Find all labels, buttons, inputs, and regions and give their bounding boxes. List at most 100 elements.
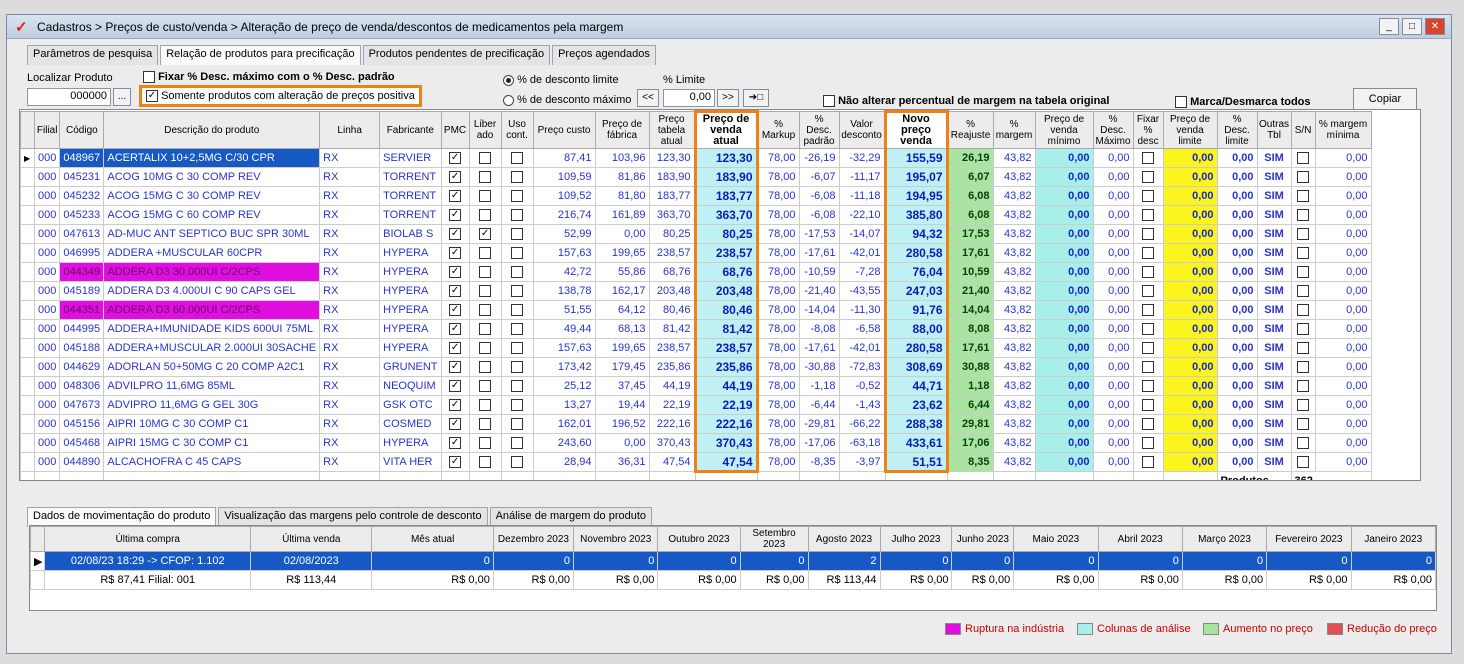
fixar-desc-cell-checkbox[interactable] xyxy=(1142,304,1155,317)
liberado-cell-checkbox[interactable] xyxy=(479,342,492,355)
preco-venda-limite-cell[interactable]: 0,00 xyxy=(1162,262,1218,282)
uso-cont-cell-checkbox[interactable] xyxy=(511,171,524,184)
column-header-14[interactable]: Valor desconto xyxy=(838,111,886,149)
preco-venda-limite-cell[interactable]: 0,00 xyxy=(1162,205,1218,225)
sn-cell-checkbox[interactable] xyxy=(1297,190,1310,203)
fixar-desc-cell-checkbox[interactable] xyxy=(1142,228,1155,241)
radio-limite[interactable]: % de desconto limite xyxy=(503,74,619,86)
tab-parametros[interactable]: Parâmetros de pesquisa xyxy=(27,45,159,65)
minimize-button[interactable]: _ xyxy=(1379,18,1399,35)
radio-maximo-button[interactable] xyxy=(503,94,514,106)
column-header-7[interactable]: Uso cont. xyxy=(500,111,534,149)
pmc-cell-checkbox[interactable]: ✓ xyxy=(449,437,462,450)
next-button[interactable]: >> xyxy=(717,89,739,107)
liberado-cell-checkbox[interactable] xyxy=(479,418,492,431)
preco-venda-minimo-cell[interactable]: 0,00 xyxy=(1034,300,1094,320)
margem-minima-cell[interactable]: 0,00 xyxy=(1314,243,1372,263)
somente-option[interactable]: ✓ Somente produtos com alteração de preç… xyxy=(139,85,422,108)
prev-button[interactable]: << xyxy=(637,89,659,107)
table-row[interactable]: 000 045156 AIPRI 10MG C 30 COMP C1 RX COSMED… xyxy=(20,414,1372,434)
liberado-cell-checkbox[interactable] xyxy=(479,209,492,222)
sn-cell-checkbox[interactable] xyxy=(1297,437,1310,450)
fixar-desc-cell-checkbox[interactable] xyxy=(1142,323,1155,336)
preco-venda-limite-cell[interactable]: 0,00 xyxy=(1162,148,1218,168)
uso-cont-cell-checkbox[interactable] xyxy=(511,209,524,222)
table-row[interactable]: 000 045232 ACOG 15MG C 30 COMP REV RX TORREN… xyxy=(20,186,1372,206)
liberado-cell-checkbox[interactable] xyxy=(479,171,492,184)
pmc-cell-checkbox[interactable]: ✓ xyxy=(449,285,462,298)
column-header-5[interactable]: PMC xyxy=(440,111,470,149)
preco-venda-minimo-cell[interactable]: 0,00 xyxy=(1034,433,1094,453)
uso-cont-cell-checkbox[interactable] xyxy=(511,399,524,412)
pmc-cell-checkbox[interactable]: ✓ xyxy=(449,323,462,336)
column-header-23[interactable]: Outras Tbl xyxy=(1256,111,1292,149)
desc-limite-cell[interactable]: 0,00 xyxy=(1216,148,1258,168)
table-row[interactable]: ▶ 000 048967 ACERTALIX 10+2,5MG C/30 CPR RX S… xyxy=(20,148,1372,168)
sn-cell-checkbox[interactable] xyxy=(1297,171,1310,184)
liberado-cell-checkbox[interactable] xyxy=(479,323,492,336)
table-row[interactable]: 000 045233 ACOG 15MG C 60 COMP REV RX TORREN… xyxy=(20,205,1372,225)
column-header-17[interactable]: % margem xyxy=(992,111,1036,149)
desc-maximo-cell[interactable]: 0,00 xyxy=(1092,338,1134,358)
liberado-cell-checkbox[interactable] xyxy=(479,456,492,469)
uso-cont-cell-checkbox[interactable] xyxy=(511,418,524,431)
sn-cell-checkbox[interactable] xyxy=(1297,323,1310,336)
column-header-15[interactable]: Novo preço venda xyxy=(883,110,949,149)
uso-cont-cell-checkbox[interactable] xyxy=(511,247,524,260)
uso-cont-cell-checkbox[interactable] xyxy=(511,266,524,279)
somente-checkbox[interactable]: ✓ xyxy=(146,90,158,103)
fixar-desc-cell-checkbox[interactable] xyxy=(1142,190,1155,203)
fixar-desc-cell-checkbox[interactable] xyxy=(1142,361,1155,374)
table-row[interactable]: 000 044890 ALCACHOFRA C 45 CAPS RX VITA HER ✓… xyxy=(20,452,1372,473)
column-header-4[interactable]: Fabricante xyxy=(379,111,442,149)
preco-venda-minimo-cell[interactable]: 0,00 xyxy=(1034,243,1094,263)
nao-alterar-option[interactable]: Não alterar percentual de margem na tabe… xyxy=(823,95,1110,108)
uso-cont-cell-checkbox[interactable] xyxy=(511,152,524,165)
table-row[interactable]: 000 044351 ADDERA D3 60.000UI C/2CPS RX HYPE… xyxy=(20,300,1372,320)
column-header-19[interactable]: % Desc. Máximo xyxy=(1092,111,1134,149)
sn-cell-checkbox[interactable] xyxy=(1297,228,1310,241)
liberado-cell-checkbox[interactable] xyxy=(479,285,492,298)
column-header-20[interactable]: Fixar % desc xyxy=(1132,111,1164,149)
margem-minima-cell[interactable]: 0,00 xyxy=(1314,205,1372,225)
column-header-8[interactable]: Preço custo xyxy=(532,111,596,149)
margem-minima-cell[interactable]: 0,00 xyxy=(1314,224,1372,244)
preco-venda-minimo-cell[interactable]: 0,00 xyxy=(1034,319,1094,339)
desc-limite-cell[interactable]: 0,00 xyxy=(1216,319,1258,339)
preco-venda-minimo-cell[interactable]: 0,00 xyxy=(1034,167,1094,187)
preco-venda-limite-cell[interactable]: 0,00 xyxy=(1162,357,1218,377)
uso-cont-cell-checkbox[interactable] xyxy=(511,437,524,450)
desc-limite-cell[interactable]: 0,00 xyxy=(1216,262,1258,282)
limite-input[interactable]: 0,00 xyxy=(663,89,715,107)
fixar-option[interactable]: Fixar % Desc. máximo com o % Desc. padrã… xyxy=(143,71,395,84)
preco-venda-minimo-cell[interactable]: 0,00 xyxy=(1034,262,1094,282)
desc-maximo-cell[interactable]: 0,00 xyxy=(1092,376,1134,396)
margem-minima-cell[interactable]: 0,00 xyxy=(1314,414,1372,434)
preco-venda-limite-cell[interactable]: 0,00 xyxy=(1162,338,1218,358)
pmc-cell-checkbox[interactable]: ✓ xyxy=(449,266,462,279)
preco-venda-minimo-cell[interactable]: 0,00 xyxy=(1034,376,1094,396)
desc-maximo-cell[interactable]: 0,00 xyxy=(1092,148,1134,168)
table-row[interactable]: 000 046995 ADDERA +MUSCULAR 60CPR RX HYPERA ✓… xyxy=(20,243,1372,263)
desc-limite-cell[interactable]: 0,00 xyxy=(1216,281,1258,301)
sn-cell-checkbox[interactable] xyxy=(1297,342,1310,355)
desc-maximo-cell[interactable]: 0,00 xyxy=(1092,433,1134,453)
pmc-cell-checkbox[interactable]: ✓ xyxy=(449,399,462,412)
preco-venda-limite-cell[interactable]: 0,00 xyxy=(1162,224,1218,244)
search-button[interactable]: ... xyxy=(113,88,131,106)
table-row[interactable]: 000 047613 AD-MUC ANT SEPTICO BUC SPR 30ML… xyxy=(20,224,1372,244)
uso-cont-cell-checkbox[interactable] xyxy=(511,285,524,298)
preco-venda-minimo-cell[interactable]: 0,00 xyxy=(1034,452,1094,472)
uso-cont-cell-checkbox[interactable] xyxy=(511,361,524,374)
table-row[interactable]: 000 044995 ADDERA+IMUNIDADE KIDS 600UI 75M… xyxy=(20,319,1372,339)
preco-venda-minimo-cell[interactable]: 0,00 xyxy=(1034,414,1094,434)
liberado-cell-checkbox[interactable] xyxy=(479,190,492,203)
desc-limite-cell[interactable]: 0,00 xyxy=(1216,376,1258,396)
tab-relacao[interactable]: Relação de produtos para precificação xyxy=(160,45,361,65)
desc-limite-cell[interactable]: 0,00 xyxy=(1216,338,1258,358)
liberado-cell-checkbox[interactable] xyxy=(479,437,492,450)
desc-limite-cell[interactable]: 0,00 xyxy=(1216,300,1258,320)
sn-cell-checkbox[interactable] xyxy=(1297,361,1310,374)
preco-venda-minimo-cell[interactable]: 0,00 xyxy=(1034,186,1094,206)
desc-maximo-cell[interactable]: 0,00 xyxy=(1092,167,1134,187)
